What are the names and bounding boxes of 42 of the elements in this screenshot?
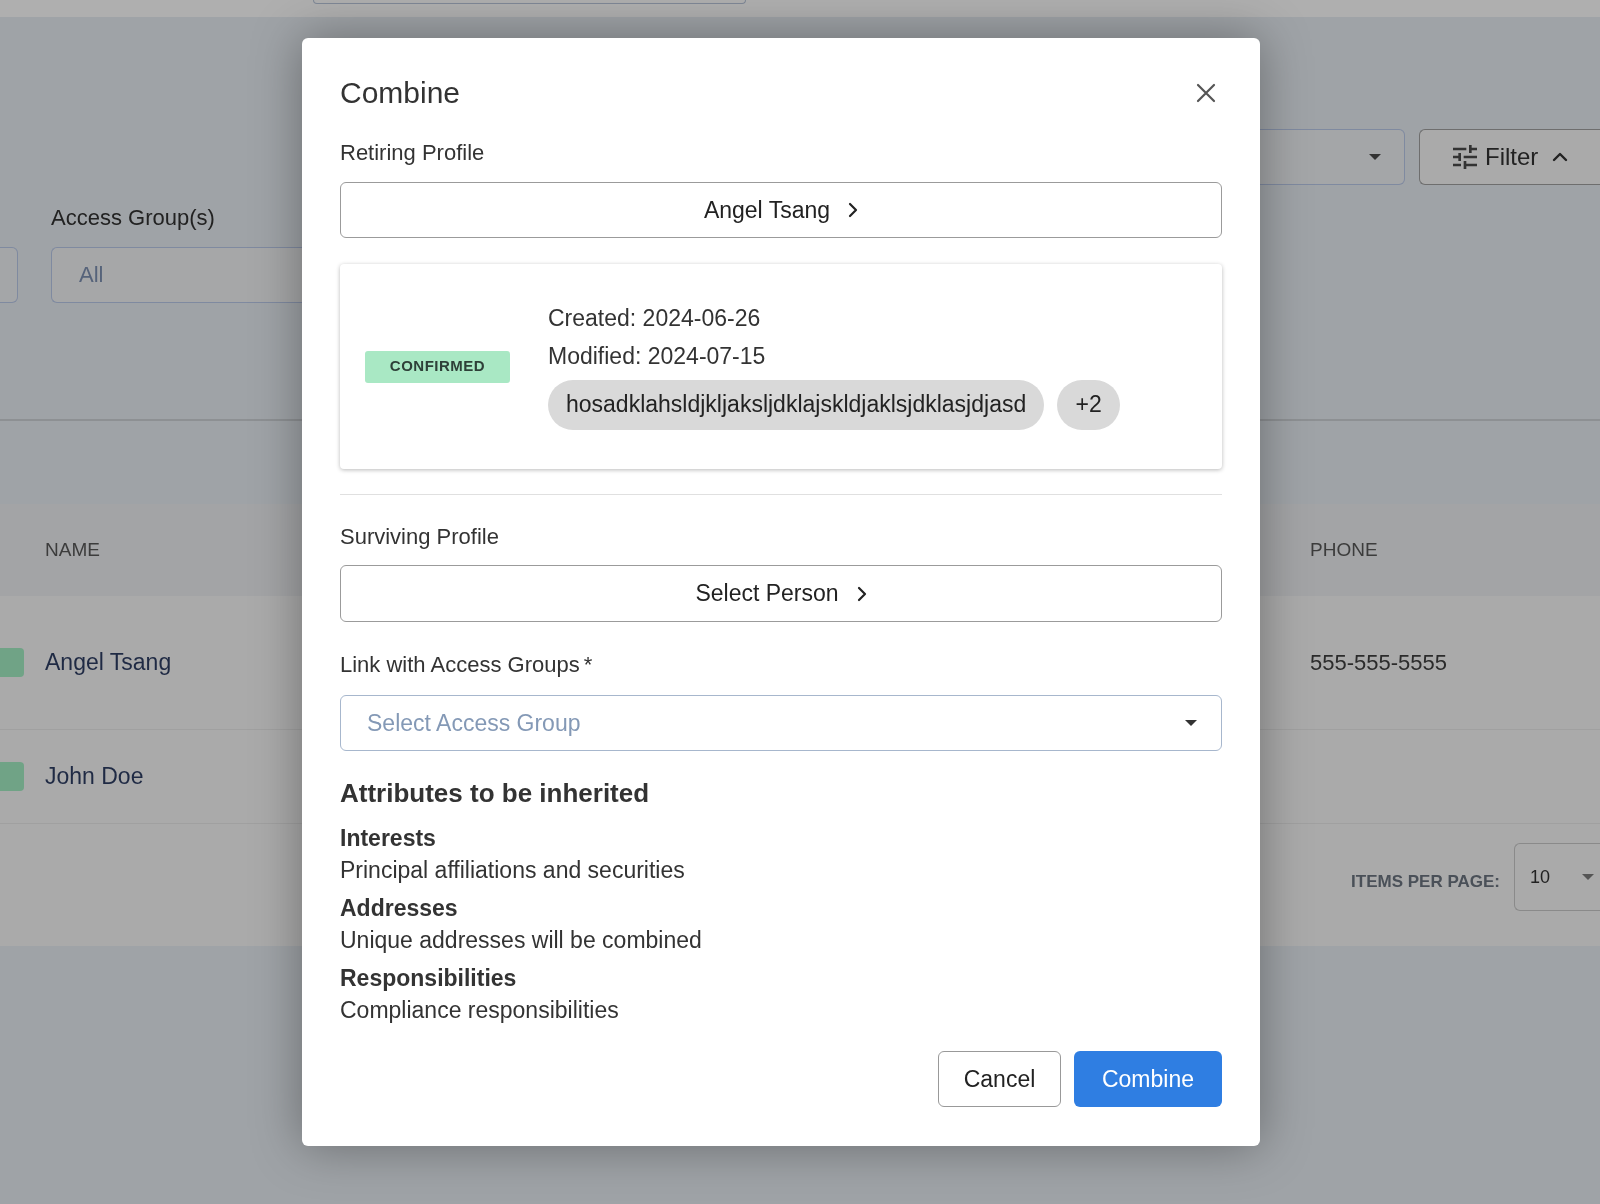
caret-icon bbox=[1369, 154, 1381, 160]
access-group-filter[interactable]: All bbox=[51, 247, 302, 303]
status-marker-icon bbox=[0, 648, 24, 677]
status-badge: CONFIRMED bbox=[365, 350, 510, 383]
caret-icon bbox=[1185, 720, 1197, 726]
table-cell-text: 555-555-5555 bbox=[1310, 649, 1447, 677]
chevron-right-icon bbox=[848, 202, 859, 218]
modified-date: Modified: 2024-07-15 bbox=[548, 341, 766, 370]
section-title: Attributes to be inherited bbox=[340, 777, 650, 809]
person-name: Angel Tsang bbox=[45, 649, 172, 676]
sliders-icon bbox=[1453, 145, 1477, 169]
caret-icon bbox=[1582, 874, 1594, 880]
person-name: John Doe bbox=[45, 763, 144, 790]
filter-button[interactable]: Filter bbox=[1419, 129, 1600, 185]
combine-button[interactable]: Combine bbox=[1074, 1051, 1222, 1107]
filter-label: Access Group(s) bbox=[51, 204, 215, 232]
more-tags-chip[interactable]: +2 bbox=[1057, 379, 1121, 430]
attribute-name: Responsibilities bbox=[340, 964, 517, 993]
dropdown-field[interactable] bbox=[1260, 129, 1405, 185]
person-select-button[interactable]: Select Person bbox=[340, 565, 1222, 622]
close-button[interactable] bbox=[1196, 83, 1216, 103]
field-label: Link with Access Groups * bbox=[340, 651, 593, 679]
items-per-page-label: ITEMS PER PAGE: bbox=[1351, 871, 1500, 893]
input-field[interactable] bbox=[0, 247, 18, 303]
close-icon bbox=[1196, 83, 1216, 103]
tag-chip: hosadklahsldjkljaksljdklajskldjaklsjdklasjdjasd bbox=[548, 379, 1045, 430]
field-label: Retiring Profile bbox=[340, 139, 485, 167]
attribute-description: Principal affiliations and securities bbox=[340, 856, 685, 885]
attribute-name: Interests bbox=[340, 824, 436, 853]
field-label: Surviving Profile bbox=[340, 523, 499, 551]
status-marker-icon bbox=[0, 762, 24, 791]
page-size-select[interactable]: 10 bbox=[1514, 843, 1600, 911]
person-select-button[interactable]: Angel Tsang bbox=[340, 182, 1222, 238]
attribute-description: Unique addresses will be combined bbox=[340, 926, 702, 955]
dialog-title: Combine bbox=[340, 75, 461, 111]
column-header: NAME bbox=[45, 538, 100, 560]
attribute-description: Compliance responsibilities bbox=[340, 996, 619, 1025]
created-date: Created: 2024-06-26 bbox=[548, 303, 761, 332]
cancel-button[interactable]: Cancel bbox=[938, 1051, 1061, 1107]
chevron-right-icon bbox=[856, 585, 867, 602]
column-header: PHONE bbox=[1310, 538, 1378, 560]
attribute-name: Addresses bbox=[340, 894, 458, 923]
